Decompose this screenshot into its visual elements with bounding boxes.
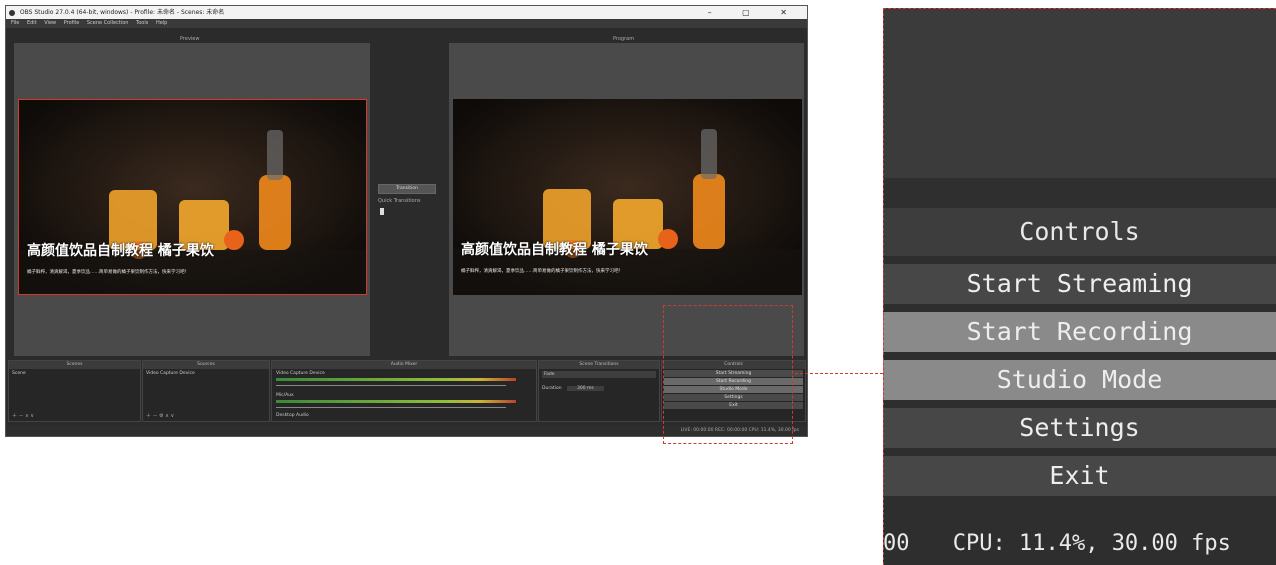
- audio-mixer-dock: Audio Mixer Video Capture Device Mic/Aux…: [271, 360, 537, 422]
- preview-label: Preview: [180, 36, 200, 42]
- mixer-fader-2[interactable]: [276, 407, 506, 408]
- mixer-meter-2: [276, 400, 516, 403]
- program-scene-subtitle: 橘子鲜榨，清爽解渴，夏季饮品……简单易做的橘子果饮制作方法，快来学习吧！: [461, 269, 623, 274]
- menu-edit[interactable]: Edit: [27, 20, 37, 26]
- scene-transitions-dock: Scene Transitions Fade Duration 300 ms: [538, 360, 660, 422]
- transition-type-select[interactable]: Fade: [542, 371, 656, 378]
- menu-view[interactable]: View: [44, 20, 56, 26]
- window-controls[interactable]: – ▢ ✕: [708, 6, 801, 19]
- duration-row: Duration 300 ms: [539, 380, 659, 391]
- scene-title: 高颜值饮品自制教程 橘子果饮: [27, 243, 214, 259]
- obs-logo-icon: [9, 9, 15, 16]
- drinks-photo: [19, 100, 366, 294]
- scene-transitions-header: Scene Transitions: [539, 361, 659, 369]
- menu-help[interactable]: Help: [156, 20, 167, 26]
- mixer-channel-3: Desktop Audio: [276, 413, 309, 418]
- window-title: OBS Studio 27.0.4 (64-bit, windows) - Pr…: [19, 9, 225, 16]
- scene-subtitle: 橘子鲜榨，清爽解渴，夏季饮品……简单易做的橘子果饮制作方法，快来学习吧！: [27, 270, 189, 275]
- callout-connector: [795, 373, 883, 374]
- source-item[interactable]: Video Capture Device: [143, 369, 269, 378]
- menu-file[interactable]: File: [11, 20, 19, 26]
- preview-scene-image[interactable]: 高颜值饮品自制教程 橘子果饮 橘子鲜榨，清爽解渴，夏季饮品……简单易做的橘子果饮…: [18, 99, 367, 295]
- quick-transitions-label: Quick Transitions: [378, 198, 421, 204]
- menu-scene-collection[interactable]: Scene Collection: [87, 20, 129, 26]
- menu-tools[interactable]: Tools: [136, 20, 148, 26]
- mixer-fader-1[interactable]: [276, 385, 506, 386]
- mixer-channel-2: Mic/Aux: [276, 393, 294, 398]
- callout-highlight-box: [663, 305, 793, 444]
- sources-toolbar[interactable]: ＋ － ⚙ ∧ ∨: [146, 412, 174, 419]
- transition-button[interactable]: Transition: [378, 184, 436, 194]
- menu-profile[interactable]: Profile: [64, 20, 80, 26]
- mixer-meter-1: [276, 378, 516, 381]
- transition-slider[interactable]: [380, 208, 384, 215]
- scene-item[interactable]: Scene: [9, 369, 140, 378]
- zoom-dashed-border: [883, 8, 1276, 565]
- sources-dock: Sources Video Capture Device ＋ － ⚙ ∧ ∨: [142, 360, 270, 422]
- scenes-toolbar[interactable]: ＋ － ∧ ∨: [12, 412, 34, 419]
- drinks-photo-program: [453, 99, 802, 295]
- title-bar: OBS Studio 27.0.4 (64-bit, windows) - Pr…: [6, 6, 807, 19]
- audio-mixer-header: Audio Mixer: [272, 361, 536, 369]
- program-scene-title: 高颜值饮品自制教程 橘子果饮: [461, 242, 648, 258]
- scenes-header: Scenes: [9, 361, 140, 369]
- mixer-channel-1: Video Capture Device: [276, 371, 325, 376]
- duration-input[interactable]: 300 ms: [566, 386, 604, 391]
- menu-bar: File Edit View Profile Scene Collection …: [6, 19, 807, 28]
- duration-label: Duration: [542, 386, 562, 391]
- sources-header: Sources: [143, 361, 269, 369]
- program-scene-image: 高颜值饮品自制教程 橘子果饮 橘子鲜榨，清爽解渴，夏季饮品……简单易做的橘子果饮…: [453, 99, 802, 295]
- program-label: Program: [613, 36, 635, 42]
- scenes-dock: Scenes Scene ＋ － ∧ ∨: [8, 360, 141, 422]
